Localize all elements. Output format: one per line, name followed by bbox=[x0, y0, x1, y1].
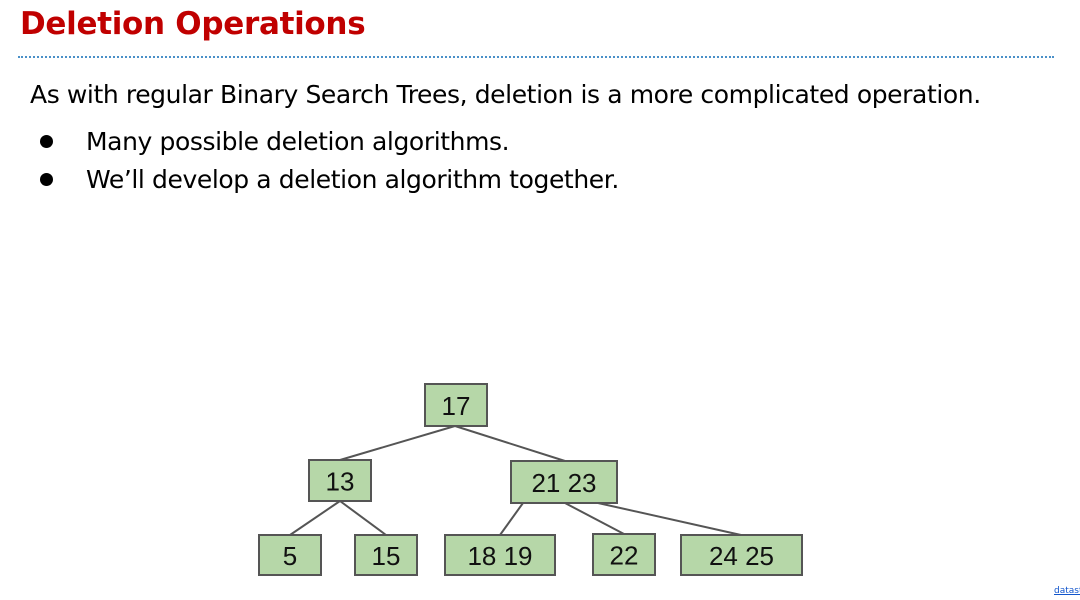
tree-node-label: 24 25 bbox=[709, 541, 774, 571]
tree-node-label: 18 19 bbox=[467, 541, 532, 571]
tree-edge-n2123-n2425 bbox=[597, 502, 742, 536]
tree-edge-n13-n15 bbox=[339, 500, 387, 536]
tree-node-label: 17 bbox=[442, 391, 471, 421]
tree-node-label: 5 bbox=[283, 541, 297, 571]
tree-edge-n17-n13 bbox=[339, 425, 456, 461]
tree-edge-n2123-n1819 bbox=[499, 502, 524, 536]
tree-node-17: 17 bbox=[424, 383, 488, 427]
tree-node-22: 22 bbox=[592, 533, 656, 576]
footer-link[interactable]: datast bbox=[1054, 586, 1080, 596]
tree-edge-n17-n2123 bbox=[454, 425, 566, 462]
tree-node-label: 22 bbox=[610, 541, 639, 571]
tree-edge-n13-n5 bbox=[289, 500, 341, 536]
tree-node-label: 13 bbox=[326, 467, 355, 497]
tree-node-label: 21 23 bbox=[531, 468, 596, 498]
tree-node-13: 13 bbox=[308, 459, 372, 502]
tree-node-1819: 18 19 bbox=[444, 534, 556, 576]
tree-node-2123: 21 23 bbox=[510, 460, 618, 504]
tree-node-15: 15 bbox=[354, 534, 418, 576]
tree-node-5: 5 bbox=[258, 534, 322, 576]
tree-node-label: 15 bbox=[372, 541, 401, 571]
b-tree-diagram: 17 13 21 23 5 15 18 19 22 24 25 bbox=[258, 383, 803, 576]
tree-node-2425: 24 25 bbox=[680, 534, 803, 576]
tree-nodes: 17 13 21 23 5 15 18 19 22 24 25 bbox=[258, 383, 803, 576]
